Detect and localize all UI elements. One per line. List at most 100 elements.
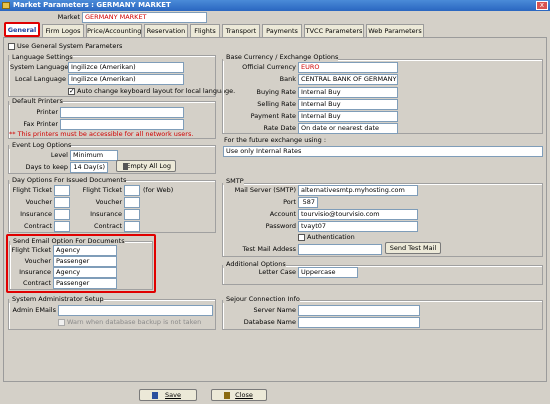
currency-field[interactable]: Internal Buy — [298, 111, 398, 122]
tab-web-parameters[interactable]: Web Parameters — [366, 24, 424, 37]
day-left-label: Insurance — [20, 210, 52, 218]
day-left-label: Voucher — [25, 198, 52, 206]
market-field[interactable]: GERMANY MARKET — [82, 12, 207, 23]
day-right-field[interactable] — [124, 185, 140, 196]
test-mail-label: Test Mail Addess — [242, 245, 297, 253]
send-email-label: Flight Ticket — [11, 246, 51, 254]
authentication-checkbox[interactable] — [298, 234, 305, 241]
level-field[interactable]: Minimum — [70, 150, 118, 161]
empty-all-log-button[interactable]: Empty All Log — [116, 160, 176, 172]
send-email-field[interactable]: Passenger — [53, 256, 117, 267]
smtp-field[interactable]: 587 — [298, 197, 318, 208]
day-right-field[interactable] — [124, 209, 140, 220]
tab-tvcc-parameters[interactable]: TVCC Parameters — [304, 24, 364, 37]
smtp-field[interactable]: tourvisio@tourvisio.com — [298, 209, 418, 220]
database-name-label: Database Name — [243, 318, 296, 326]
send-email-field[interactable]: Agency — [53, 245, 117, 256]
dayoptions-group-title: Day Options For Issued Documents — [9, 176, 127, 184]
smtp-label: Password — [265, 222, 296, 230]
send-email-label: Insurance — [19, 268, 51, 276]
warn-backup-label: Warn when database backup is not taken — [67, 318, 202, 326]
currency-label: Selling Rate — [257, 100, 296, 108]
printer-field[interactable] — [60, 107, 184, 118]
currency-label: Rate Date — [263, 124, 296, 132]
currency-field[interactable]: CENTRAL BANK OF GERMANY — [298, 74, 398, 85]
letter-case-label: Letter Case — [258, 268, 296, 276]
empty-all-log-label: Empty All Log — [126, 162, 171, 170]
trash-icon — [123, 163, 128, 170]
window-close-button[interactable]: x — [536, 1, 548, 10]
day-left-field[interactable] — [54, 209, 70, 220]
eventlog-group-title: Event Log Options — [9, 141, 72, 149]
system-language-label: System Language — [10, 63, 69, 71]
currency-group-title: Base Currency / Exchange Options — [223, 53, 339, 61]
day-left-label: Flight Ticket — [12, 186, 52, 194]
window-title: Market Parameters : GERMANY MARKET — [13, 1, 171, 9]
language-group-title: Language Settings — [9, 53, 73, 61]
smtp-field[interactable]: tvayt07 — [298, 221, 418, 232]
send-email-field[interactable]: Agency — [53, 267, 117, 278]
smtp-label: Mail Server (SMTP) — [234, 186, 296, 194]
level-label: Level — [50, 151, 68, 159]
use-general-label: Use General System Parameters — [17, 42, 123, 50]
warn-backup-checkbox[interactable] — [58, 319, 65, 326]
admin-emails-label: Admin EMails — [12, 306, 56, 314]
smtp-group-title: SMTP — [223, 177, 244, 185]
day-left-field[interactable] — [54, 221, 70, 232]
currency-label: Payment Rate — [250, 112, 296, 120]
sejour-group-title: Sejour Connection Info — [223, 295, 300, 303]
days-to-keep-label: Days to keep — [25, 163, 68, 171]
save-button[interactable]: Save — [139, 389, 197, 401]
use-general-checkbox[interactable] — [8, 43, 15, 50]
tab-price-accounting[interactable]: Price/Accounting — [86, 24, 142, 37]
door-icon — [224, 392, 230, 399]
currency-field[interactable]: EURO — [298, 62, 398, 73]
day-right-field[interactable] — [124, 197, 140, 208]
currency-label: Bank — [279, 75, 296, 83]
day-right-label: Insurance — [90, 210, 122, 218]
database-name-field[interactable] — [298, 317, 420, 328]
day-right-label: Flight Ticket — [82, 186, 122, 194]
for-web-label: (for Web) — [143, 186, 174, 194]
day-right-field[interactable] — [124, 221, 140, 232]
system-language-field[interactable]: Ingilizce (Amerikan) — [68, 62, 184, 73]
close-button[interactable]: Close — [211, 389, 267, 401]
currency-field[interactable]: On date or nearest date — [298, 123, 398, 134]
day-left-field[interactable] — [54, 185, 70, 196]
future-exchange-field[interactable]: Use only Internal Rates — [223, 146, 543, 157]
auto-change-checkbox[interactable]: ✓ — [68, 87, 75, 95]
tab-transport[interactable]: Transport — [222, 24, 260, 37]
day-right-label: Voucher — [95, 198, 122, 206]
tab-firm-logos[interactable]: Firm Logos — [42, 24, 84, 37]
server-name-label: Server Name — [253, 306, 296, 314]
tab-payments[interactable]: Payments — [262, 24, 302, 37]
days-to-keep-field[interactable]: 14 Day(s) — [70, 162, 108, 173]
auto-change-label: Auto change keyboard layout for local la… — [77, 87, 236, 95]
printer-label: Printer — [36, 108, 58, 116]
printers-note: ** This printers must be accessible for … — [9, 130, 194, 138]
tab-general[interactable]: General — [4, 22, 40, 37]
printers-group-title: Default Printers — [9, 97, 63, 105]
server-name-field[interactable] — [298, 305, 420, 316]
day-left-label: Contract — [24, 222, 52, 230]
window-titlebar: Market Parameters : GERMANY MARKET — [0, 0, 550, 11]
sysadmin-group-title: System Administrator Setup — [9, 295, 104, 303]
send-email-field[interactable]: Passenger — [53, 278, 117, 289]
admin-emails-field[interactable] — [58, 305, 213, 316]
smtp-label: Account — [269, 210, 296, 218]
app-icon — [2, 2, 10, 9]
currency-field[interactable]: Internal Buy — [298, 99, 398, 110]
tab-reservation[interactable]: Reservation — [144, 24, 188, 37]
test-mail-field[interactable] — [298, 244, 382, 255]
smtp-field[interactable]: alternativesmtp.myhosting.com — [298, 185, 418, 196]
smtp-label: Port — [283, 198, 296, 206]
day-left-field[interactable] — [54, 197, 70, 208]
send-email-group-title: Send Email Option For Documents — [10, 237, 125, 245]
local-language-label: Local Language — [15, 75, 66, 83]
currency-field[interactable]: Internal Buy — [298, 87, 398, 98]
tab-flights[interactable]: Flights — [190, 24, 220, 37]
local-language-field[interactable]: Ingilizce (Amerikan) — [68, 74, 184, 85]
currency-label: Buying Rate — [256, 88, 296, 96]
send-test-mail-button[interactable]: Send Test Mail — [385, 242, 441, 254]
letter-case-field[interactable]: Uppercase — [298, 267, 358, 278]
